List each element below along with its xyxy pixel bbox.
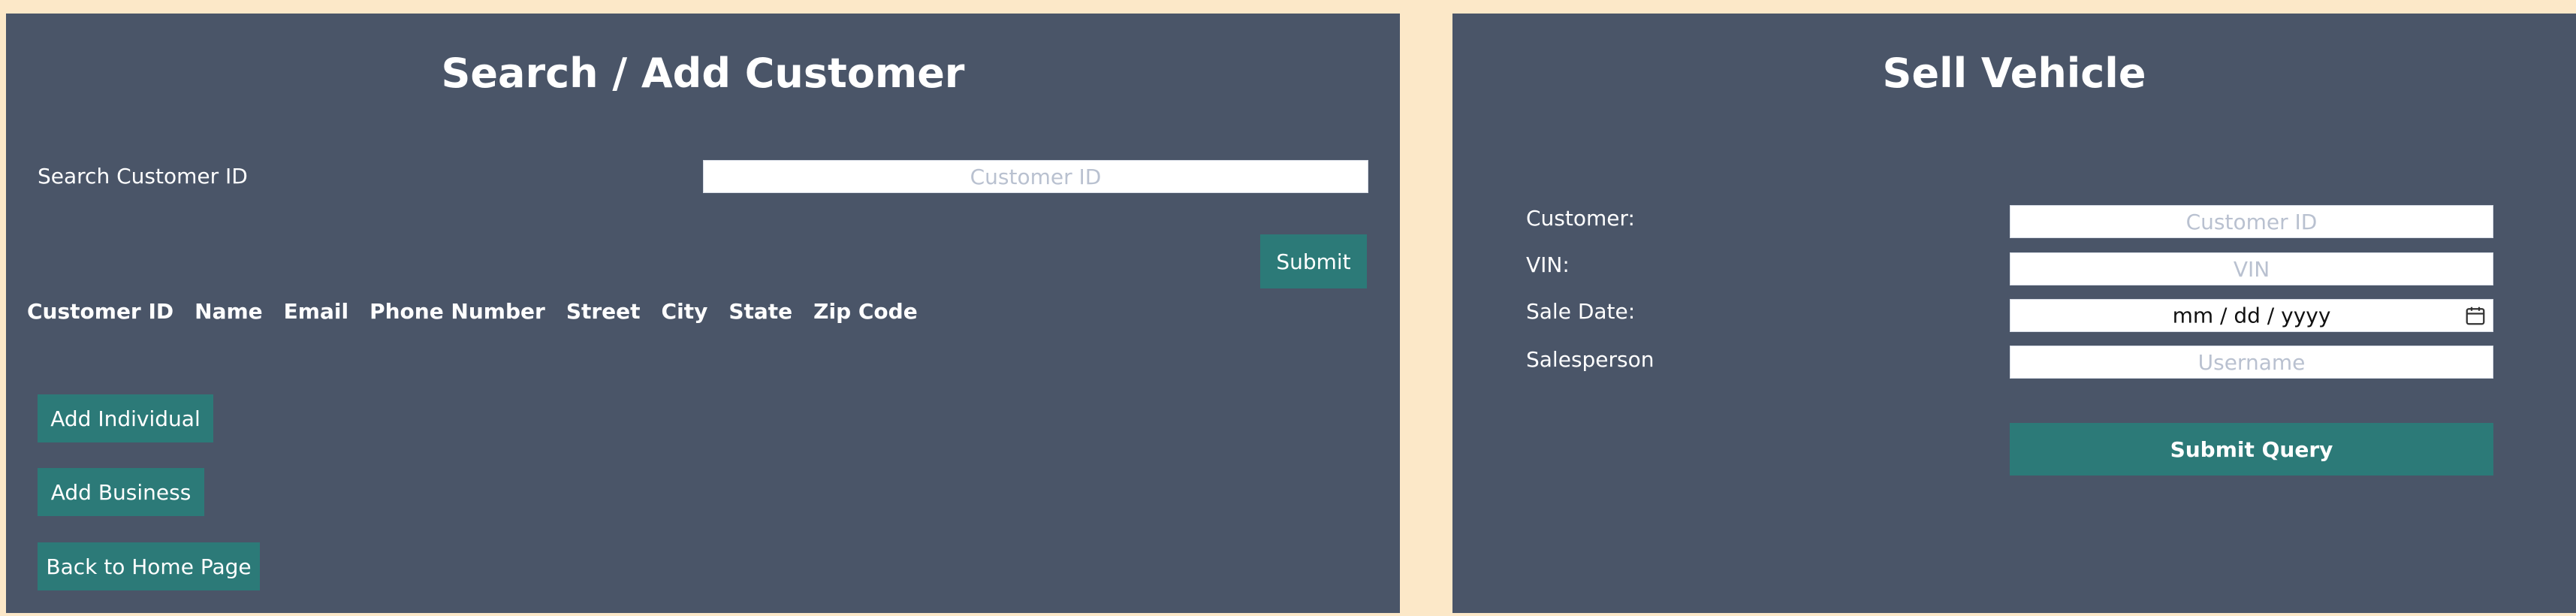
search-submit-button[interactable]: Submit (1260, 234, 1367, 288)
column-header-zip-code: Zip Code (813, 299, 918, 324)
sale-date-input[interactable]: mm / dd / yyyy (2010, 299, 2493, 332)
search-add-customer-panel: Search / Add Customer Search Customer ID… (6, 14, 1400, 613)
calendar-icon[interactable] (2464, 304, 2487, 327)
salesperson-username-input[interactable] (2010, 346, 2493, 379)
column-header-city: City (661, 299, 708, 324)
add-business-button[interactable]: Add Business (38, 468, 204, 516)
search-panel-title: Search / Add Customer (441, 50, 965, 97)
customer-table-header: Customer ID Name Email Phone Number Stre… (27, 299, 918, 324)
sell-panel-title: Sell Vehicle (1882, 50, 2146, 97)
search-customer-id-label: Search Customer ID (38, 164, 248, 189)
column-header-customer-id: Customer ID (27, 299, 174, 324)
search-customer-id-input[interactable] (703, 160, 1368, 193)
column-header-phone-number: Phone Number (370, 299, 545, 324)
sale-date-label: Sale Date: (1526, 299, 1636, 324)
column-header-state: State (728, 299, 793, 324)
column-header-street: Street (566, 299, 641, 324)
customer-id-input[interactable] (2010, 205, 2493, 238)
vin-label: VIN: (1526, 252, 1570, 277)
add-individual-button[interactable]: Add Individual (38, 394, 213, 442)
salesperson-label: Salesperson (1526, 347, 1654, 372)
back-to-home-button[interactable]: Back to Home Page (38, 542, 260, 590)
column-header-email: Email (283, 299, 349, 324)
submit-query-button[interactable]: Submit Query (2010, 423, 2493, 476)
customer-label: Customer: (1526, 206, 1635, 231)
sell-vehicle-panel: Sell Vehicle Customer: VIN: Sale Date: m… (1452, 14, 2576, 613)
column-header-name: Name (195, 299, 263, 324)
vin-input[interactable] (2010, 252, 2493, 285)
sale-date-value: mm / dd / yyyy (2172, 303, 2331, 328)
